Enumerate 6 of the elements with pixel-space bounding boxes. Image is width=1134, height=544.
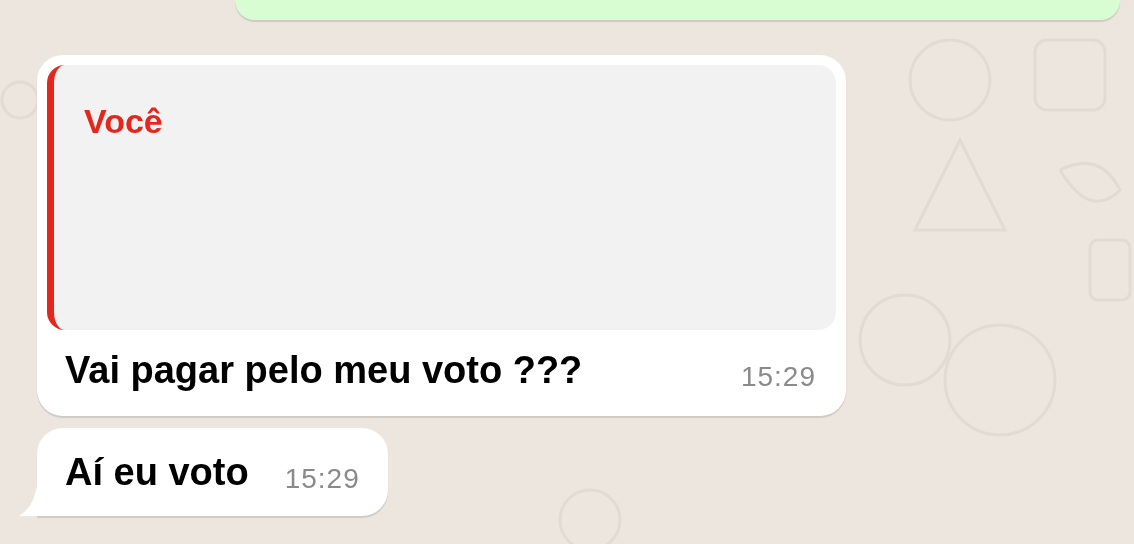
message-time: 15:29 bbox=[284, 462, 360, 496]
message-text: Vai pagar pelo meu voto ??? bbox=[65, 348, 583, 393]
quoted-message[interactable]: Você bbox=[47, 65, 836, 330]
message-text: Aí eu voto bbox=[65, 450, 249, 495]
quote-author: Você bbox=[84, 102, 163, 140]
message-time: 15:29 bbox=[740, 360, 816, 394]
